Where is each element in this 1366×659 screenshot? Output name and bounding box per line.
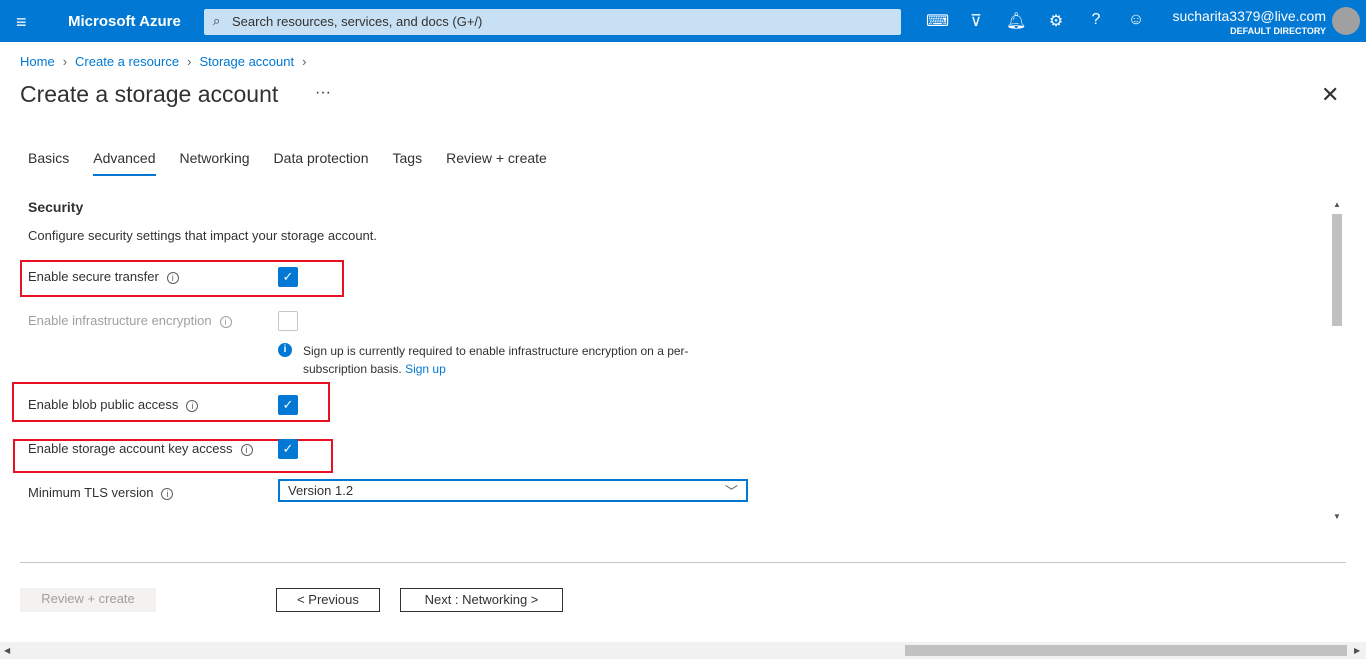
info-icon[interactable]: i: [161, 487, 174, 500]
tls-version-select[interactable]: Version 1.2 ﹀: [278, 479, 748, 502]
breadcrumb: Home › Create a resource › Storage account ›: [20, 54, 314, 69]
divider: [20, 562, 1346, 563]
search-icon: ⌕: [213, 13, 221, 28]
help-icon[interactable]: ?: [1086, 11, 1106, 29]
info-icon[interactable]: i: [186, 399, 199, 412]
avatar[interactable]: [1332, 7, 1360, 35]
horizontal-scrollbar[interactable]: ◀ ▶: [0, 642, 1366, 659]
search-input[interactable]: ⌕ Search resources, services, and docs (G…: [204, 9, 901, 35]
secure-transfer-label: Enable secure transfer i: [28, 269, 179, 284]
brand[interactable]: Microsoft Azure: [68, 13, 181, 30]
account-menu[interactable]: sucharita3379@live.com DEFAULT DIRECTORY: [1172, 8, 1326, 36]
scroll-right-icon[interactable]: ▶: [1354, 646, 1360, 655]
blob-public-access-label: Enable blob public access i: [28, 397, 199, 412]
scroll-up-icon[interactable]: ▲: [1333, 200, 1341, 209]
directory-filter-icon[interactable]: ⊽: [966, 11, 986, 31]
info-icon[interactable]: i: [166, 271, 179, 284]
bell-icon[interactable]: 🔔︎: [1006, 11, 1026, 31]
tls-label: Minimum TLS version i: [28, 485, 174, 500]
cloud-shell-icon[interactable]: ⌨: [926, 11, 949, 31]
tab-data-protection[interactable]: Data protection: [274, 150, 369, 176]
directory-name: DEFAULT DIRECTORY: [1230, 26, 1326, 36]
tab-networking[interactable]: Networking: [180, 150, 250, 176]
info-icon[interactable]: i: [240, 443, 253, 456]
review-create-button[interactable]: Review + create: [20, 588, 156, 612]
chevron-right-icon: ›: [62, 54, 68, 69]
section-description: Configure security settings that impact …: [28, 228, 378, 243]
info-note: i Sign up is currently required to enable…: [278, 342, 708, 378]
breadcrumb-create-resource[interactable]: Create a resource: [75, 54, 179, 69]
feedback-smiley-icon[interactable]: ☺: [1126, 11, 1146, 29]
page-title: Create a storage account: [20, 81, 279, 107]
hamburger-menu-icon[interactable]: ≡: [16, 12, 27, 33]
top-bar: ≡ Microsoft Azure ⌕ Search resources, ser…: [0, 0, 1366, 42]
gear-icon[interactable]: ⚙: [1046, 11, 1066, 31]
infra-encryption-label: Enable infrastructure encryption i: [28, 313, 232, 328]
chevron-down-icon: ﹀: [724, 484, 738, 499]
sign-up-link[interactable]: Sign up: [405, 362, 446, 376]
scroll-left-icon[interactable]: ◀: [4, 646, 10, 655]
breadcrumb-storage-account[interactable]: Storage account: [199, 54, 294, 69]
info-icon[interactable]: i: [219, 315, 232, 328]
chevron-right-icon: ›: [187, 54, 192, 69]
tab-review-create[interactable]: Review + create: [446, 150, 547, 176]
breadcrumb-home[interactable]: Home: [20, 54, 55, 69]
key-access-checkbox[interactable]: ✓: [278, 439, 298, 459]
key-access-label: Enable storage account key access i: [28, 441, 253, 456]
chevron-right-icon: ›: [302, 54, 307, 69]
more-options-icon[interactable]: ···: [315, 84, 331, 102]
tab-basics[interactable]: Basics: [28, 150, 69, 176]
scroll-down-icon[interactable]: ▼: [1333, 512, 1341, 521]
previous-button[interactable]: < Previous: [276, 588, 380, 612]
close-icon[interactable]: ✕: [1321, 82, 1339, 108]
section-title: Security: [28, 199, 84, 215]
blob-public-access-checkbox[interactable]: ✓: [278, 395, 298, 415]
secure-transfer-checkbox[interactable]: ✓: [278, 267, 298, 287]
infra-encryption-checkbox: [278, 311, 298, 331]
tab-bar: Basics Advanced Networking Data protecti…: [28, 150, 547, 176]
tab-advanced[interactable]: Advanced: [93, 150, 156, 176]
user-email: sucharita3379@live.com: [1172, 8, 1326, 24]
next-networking-button[interactable]: Next : Networking >: [400, 588, 563, 612]
search-placeholder: Search resources, services, and docs (G+…: [232, 14, 483, 29]
vertical-scrollbar[interactable]: ▲ ▼: [1329, 196, 1345, 524]
tab-tags[interactable]: Tags: [393, 150, 423, 176]
info-filled-icon: i: [278, 343, 292, 357]
